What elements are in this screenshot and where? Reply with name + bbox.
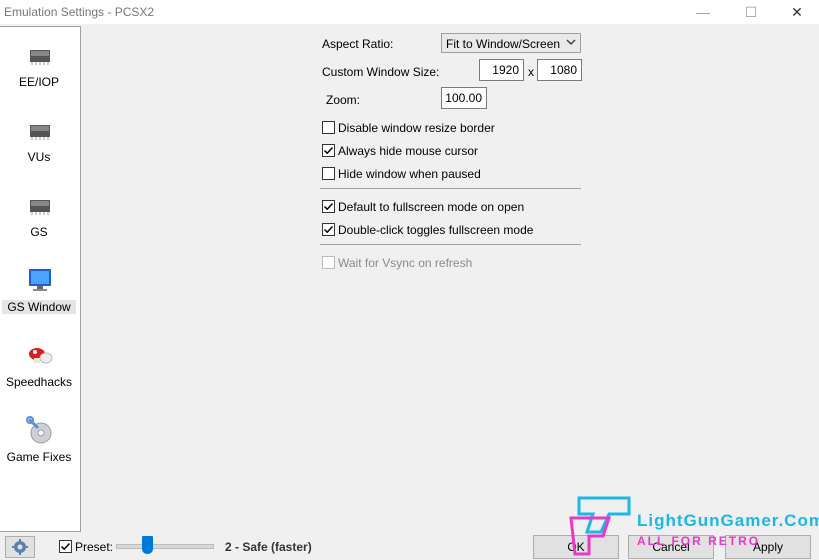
title-bar: Emulation Settings - PCSX2 — ☐ ✕ (0, 0, 819, 24)
aspect-ratio-value: Fit to Window/Screen (446, 37, 561, 51)
aspect-ratio-select[interactable]: Fit to Window/Screen (441, 33, 581, 53)
window-height-input[interactable]: 1080 (537, 59, 582, 81)
sidebar-item-label: Game Fixes (6, 450, 72, 464)
watermark-line1: LightGunGamer.Com (637, 511, 819, 530)
preset-value: 2 - Safe (faster) (225, 540, 312, 554)
window-width-input[interactable]: 1920 (479, 59, 524, 81)
settings-gear-button[interactable] (5, 536, 35, 558)
checkmark-icon (323, 202, 334, 211)
settings-sidebar: EE/IOP VUs GS GS Window Speedhacks Game … (0, 26, 81, 532)
checkbox-label: Always hide mouse cursor (338, 144, 479, 158)
gear-icon (12, 539, 28, 555)
sidebar-item-label: GS (30, 225, 48, 239)
disable-resize-border-checkbox[interactable] (322, 121, 335, 134)
preset-slider-track[interactable] (116, 544, 214, 549)
aspect-ratio-label: Aspect Ratio: (322, 37, 394, 51)
sidebar-item-vus[interactable]: VUs (2, 108, 76, 172)
checkmark-icon (60, 542, 71, 551)
hide-when-paused-checkbox[interactable] (322, 167, 335, 180)
zoom-input[interactable]: 100.00 (441, 87, 487, 109)
sidebar-item-label: VUs (27, 150, 51, 164)
light-gun-logo (569, 496, 631, 556)
double-click-fullscreen-checkbox[interactable] (322, 223, 335, 236)
hide-mouse-cursor-checkbox[interactable] (322, 144, 335, 157)
chip-icon (30, 125, 50, 140)
minimize-button[interactable]: — (680, 0, 726, 24)
checkmark-icon (323, 146, 334, 155)
chevron-down-icon (566, 39, 576, 45)
checkbox-label: Double-click toggles fullscreen mode (338, 223, 534, 237)
sidebar-item-label: GS Window (2, 300, 76, 314)
sidebar-item-speedhacks[interactable]: Speedhacks (2, 333, 76, 397)
preset-label: Preset: (75, 540, 114, 554)
wait-for-vsync-checkbox (322, 256, 335, 269)
preset-slider-thumb[interactable] (142, 536, 153, 554)
preset-checkbox[interactable] (59, 540, 72, 553)
lightgungamer-watermark: LightGunGamer.Com ALL FOR RETRO (569, 496, 819, 556)
sidebar-item-gs-window[interactable]: GS Window (2, 258, 76, 322)
divider (320, 244, 581, 245)
mushroom-icon (29, 348, 53, 364)
checkbox-label: Wait for Vsync on refresh (338, 256, 473, 270)
chip-icon (30, 200, 50, 215)
window-title: Emulation Settings - PCSX2 (4, 5, 155, 19)
zoom-label: Zoom: (326, 93, 361, 107)
checkbox-label: Disable window resize border (338, 121, 495, 135)
custom-window-size-label: Custom Window Size: (322, 65, 440, 79)
sidebar-item-ee-iop[interactable]: EE/IOP (2, 33, 76, 97)
sidebar-item-label: EE/IOP (18, 75, 59, 89)
size-separator: x (528, 65, 534, 79)
divider (320, 188, 581, 189)
monitor-icon (29, 269, 51, 291)
checkbox-label: Default to fullscreen mode on open (338, 200, 525, 214)
disc-wrench-icon (26, 416, 52, 444)
checkmark-icon (323, 225, 334, 234)
default-fullscreen-checkbox[interactable] (322, 200, 335, 213)
checkbox-label: Hide window when paused (338, 167, 481, 181)
chip-icon (30, 50, 50, 65)
sidebar-item-label: Speedhacks (5, 375, 73, 389)
sidebar-item-gs[interactable]: GS (2, 183, 76, 247)
sidebar-item-game-fixes[interactable]: Game Fixes (2, 408, 76, 472)
watermark-line2: ALL FOR RETRO (637, 534, 760, 548)
maximize-button[interactable]: ☐ (728, 0, 774, 24)
close-button[interactable]: ✕ (774, 0, 819, 24)
